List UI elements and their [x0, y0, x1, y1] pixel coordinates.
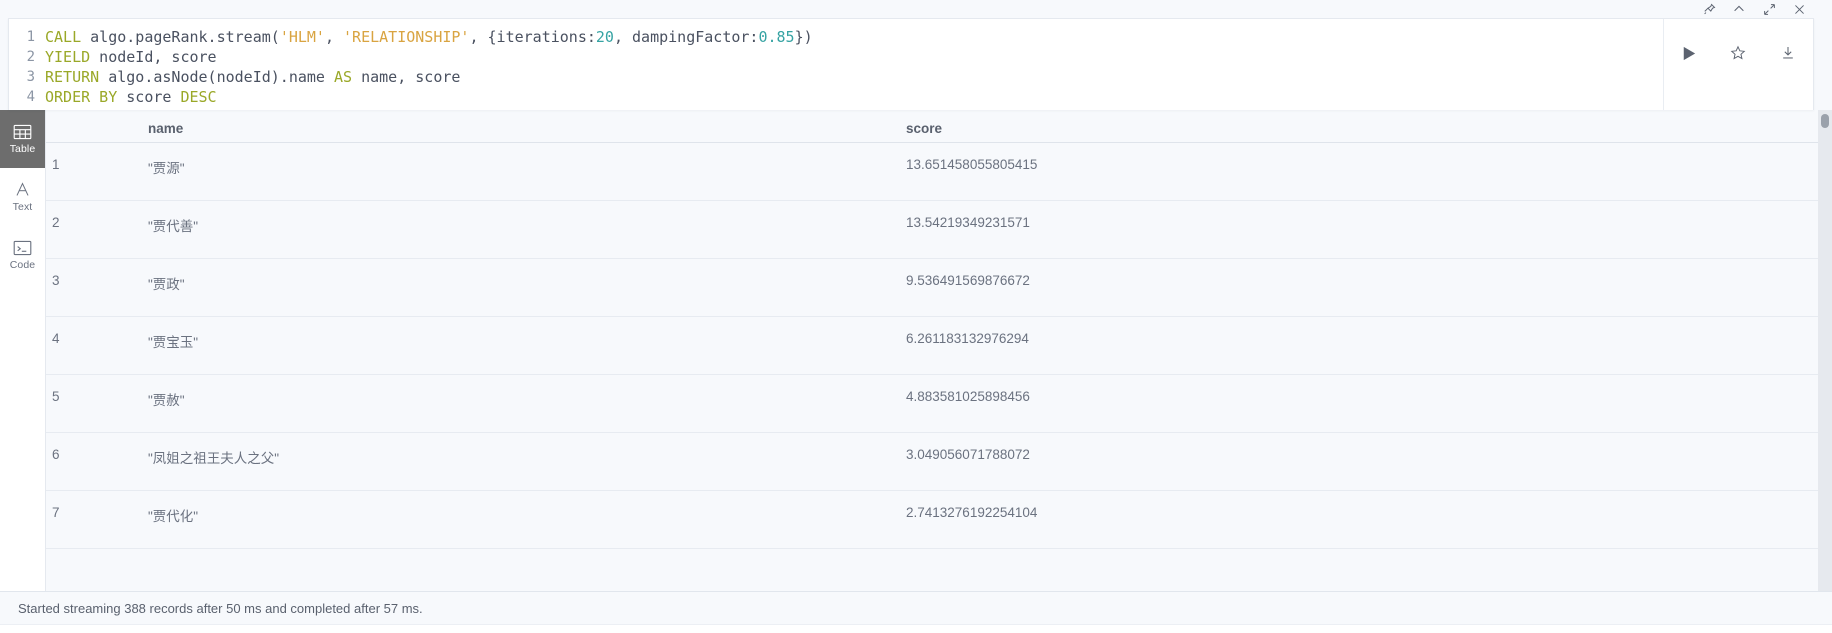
code-token-pl: algo.pageRank.stream(	[81, 28, 280, 46]
code-icon	[13, 240, 32, 256]
pin-icon[interactable]	[1694, 0, 1724, 18]
bottom-edge	[0, 624, 1832, 633]
code-token-kw: YIELD	[45, 48, 91, 66]
cell-score: 13.651458055805415	[896, 142, 1832, 201]
code-token-num: 20	[595, 28, 614, 46]
row-index: 3	[46, 258, 96, 317]
code-token-pl: })	[794, 28, 813, 46]
code-token-num: 0.85	[758, 28, 795, 46]
download-button[interactable]	[1771, 39, 1805, 67]
cell-score: 2.7413276192254104	[896, 490, 1832, 549]
results-table-body: 1 "贾源" 13.651458055805415 2 "贾代善" 13.54219349…	[46, 142, 1832, 549]
table-row[interactable]: 7 "贾代化" 2.7413276192254104	[46, 490, 1832, 549]
status-message: Started streaming 388 records after 50 m…	[18, 600, 423, 616]
code-line: 3 RETURN algo.asNode(nodeId).name AS name…	[9, 67, 1663, 87]
code-line: 1 CALL algo.pageRank.stream('HLM', 'RELAT…	[9, 27, 1663, 47]
code-token-pl: algo.asNode(nodeId).name	[99, 68, 334, 86]
line-number: 4	[26, 89, 35, 105]
expand-icon[interactable]	[1754, 0, 1784, 18]
favorite-button[interactable]	[1721, 39, 1755, 67]
window-controls-bar	[0, 0, 1832, 18]
view-switch-text[interactable]: Text	[0, 168, 45, 226]
results-scroll-area[interactable]: name score 1 "贾源" 13.651458055805415 2 "贾代善"…	[46, 110, 1832, 591]
table-icon	[13, 124, 32, 140]
cell-score: 3.049056071788072	[896, 432, 1832, 491]
cell-score: 9.536491569876672	[896, 258, 1832, 317]
code-token-pl: name, score	[352, 68, 461, 86]
code-token-kw: ORDER BY	[45, 88, 118, 106]
results-table: name score 1 "贾源" 13.651458055805415 2 "贾代善"…	[46, 110, 1832, 549]
code-token-kw: CALL	[45, 28, 82, 46]
cell-name: "凤姐之祖王夫人之父"	[96, 432, 896, 491]
code-token-kw: AS	[334, 68, 353, 86]
view-switch-code-label: Code	[9, 258, 36, 271]
editor-action-strip	[1663, 19, 1813, 110]
cell-name: "贾赦"	[96, 374, 896, 433]
code-token-kw: RETURN	[45, 68, 100, 86]
neo4j-browser-frame: 1 CALL algo.pageRank.stream('HLM', 'RELAT…	[0, 0, 1832, 633]
cell-name: "贾源"	[96, 142, 896, 201]
row-index: 7	[46, 490, 96, 549]
code-token-str: 'HLM'	[279, 28, 325, 46]
cell-name: "贾代善"	[96, 200, 896, 259]
code-token-str: 'RELATIONSHIP'	[343, 28, 470, 46]
view-switch-text-label: Text	[12, 201, 33, 213]
row-index: 6	[46, 432, 96, 491]
code-token-pl: , dampingFactor:	[613, 28, 759, 46]
code-line: 4 ORDER BY score DESC	[9, 87, 1663, 107]
query-editor-card[interactable]: 1 CALL algo.pageRank.stream('HLM', 'RELAT…	[8, 18, 1814, 110]
status-bar: Started streaming 388 records after 50 m…	[0, 591, 1832, 624]
code-line-text: CALL algo.pageRank.stream('HLM', 'RELATI…	[45, 27, 813, 47]
run-query-button[interactable]	[1672, 39, 1706, 67]
table-row[interactable]: 2 "贾代善" 13.54219349231571	[46, 200, 1832, 259]
row-index: 2	[46, 200, 96, 259]
cell-score: 13.54219349231571	[896, 200, 1832, 259]
code-line: 2 YIELD nodeId, score	[9, 47, 1663, 67]
table-row[interactable]: 3 "贾政" 9.536491569876672	[46, 258, 1832, 317]
row-index: 4	[46, 316, 96, 375]
cypher-code-area[interactable]: 1 CALL algo.pageRank.stream('HLM', 'RELAT…	[9, 19, 1663, 110]
table-row[interactable]: 4 "贾宝玉" 6.261183132976294	[46, 316, 1832, 375]
line-number: 3	[26, 69, 35, 85]
code-token-pl: , {iterations:	[469, 28, 596, 46]
results-scrollbar-thumb[interactable]	[1821, 114, 1829, 128]
code-token-pl: nodeId, score	[90, 48, 217, 66]
query-editor-region: 1 CALL algo.pageRank.stream('HLM', 'RELAT…	[0, 18, 1832, 110]
table-header-row: name score	[46, 110, 1832, 143]
text-icon	[13, 181, 32, 198]
row-index: 5	[46, 374, 96, 433]
code-token-kw: DESC	[180, 88, 217, 106]
code-token-pl: score	[117, 88, 181, 106]
view-switch-table-label: Table	[9, 142, 36, 155]
cell-name: "贾宝玉"	[96, 316, 896, 375]
table-row[interactable]: 5 "贾赦" 4.883581025898456	[46, 374, 1832, 433]
line-number: 1	[26, 29, 35, 45]
cell-name: "贾代化"	[96, 490, 896, 549]
cell-score: 4.883581025898456	[896, 374, 1832, 433]
code-line-text: RETURN algo.asNode(nodeId).name AS name,…	[45, 67, 460, 87]
column-header-score[interactable]: score	[896, 110, 1832, 143]
view-switch-table[interactable]: Table	[0, 110, 45, 168]
code-token-pl: ,	[324, 28, 344, 46]
chevron-up-icon[interactable]	[1724, 0, 1754, 18]
close-icon[interactable]	[1784, 0, 1814, 18]
results-body: Table Text Code name score 1 "贾源" 13.651…	[0, 110, 1832, 591]
code-line-text: ORDER BY score DESC	[45, 87, 217, 107]
view-switcher: Table Text Code	[0, 110, 45, 591]
row-index: 1	[46, 142, 96, 201]
line-number: 2	[26, 49, 35, 65]
row-index-header	[46, 110, 96, 143]
results-scrollbar[interactable]	[1818, 110, 1832, 591]
results-table-pane: name score 1 "贾源" 13.651458055805415 2 "贾代善"…	[45, 110, 1832, 591]
code-line-text: YIELD nodeId, score	[45, 47, 217, 67]
table-row[interactable]: 1 "贾源" 13.651458055805415	[46, 142, 1832, 201]
cell-name: "贾政"	[96, 258, 896, 317]
column-header-name[interactable]: name	[96, 110, 896, 143]
cell-score: 6.261183132976294	[896, 316, 1832, 375]
table-row[interactable]: 6 "凤姐之祖王夫人之父" 3.049056071788072	[46, 432, 1832, 491]
results-table-head: name score	[46, 110, 1832, 143]
view-switch-code[interactable]: Code	[0, 226, 45, 284]
